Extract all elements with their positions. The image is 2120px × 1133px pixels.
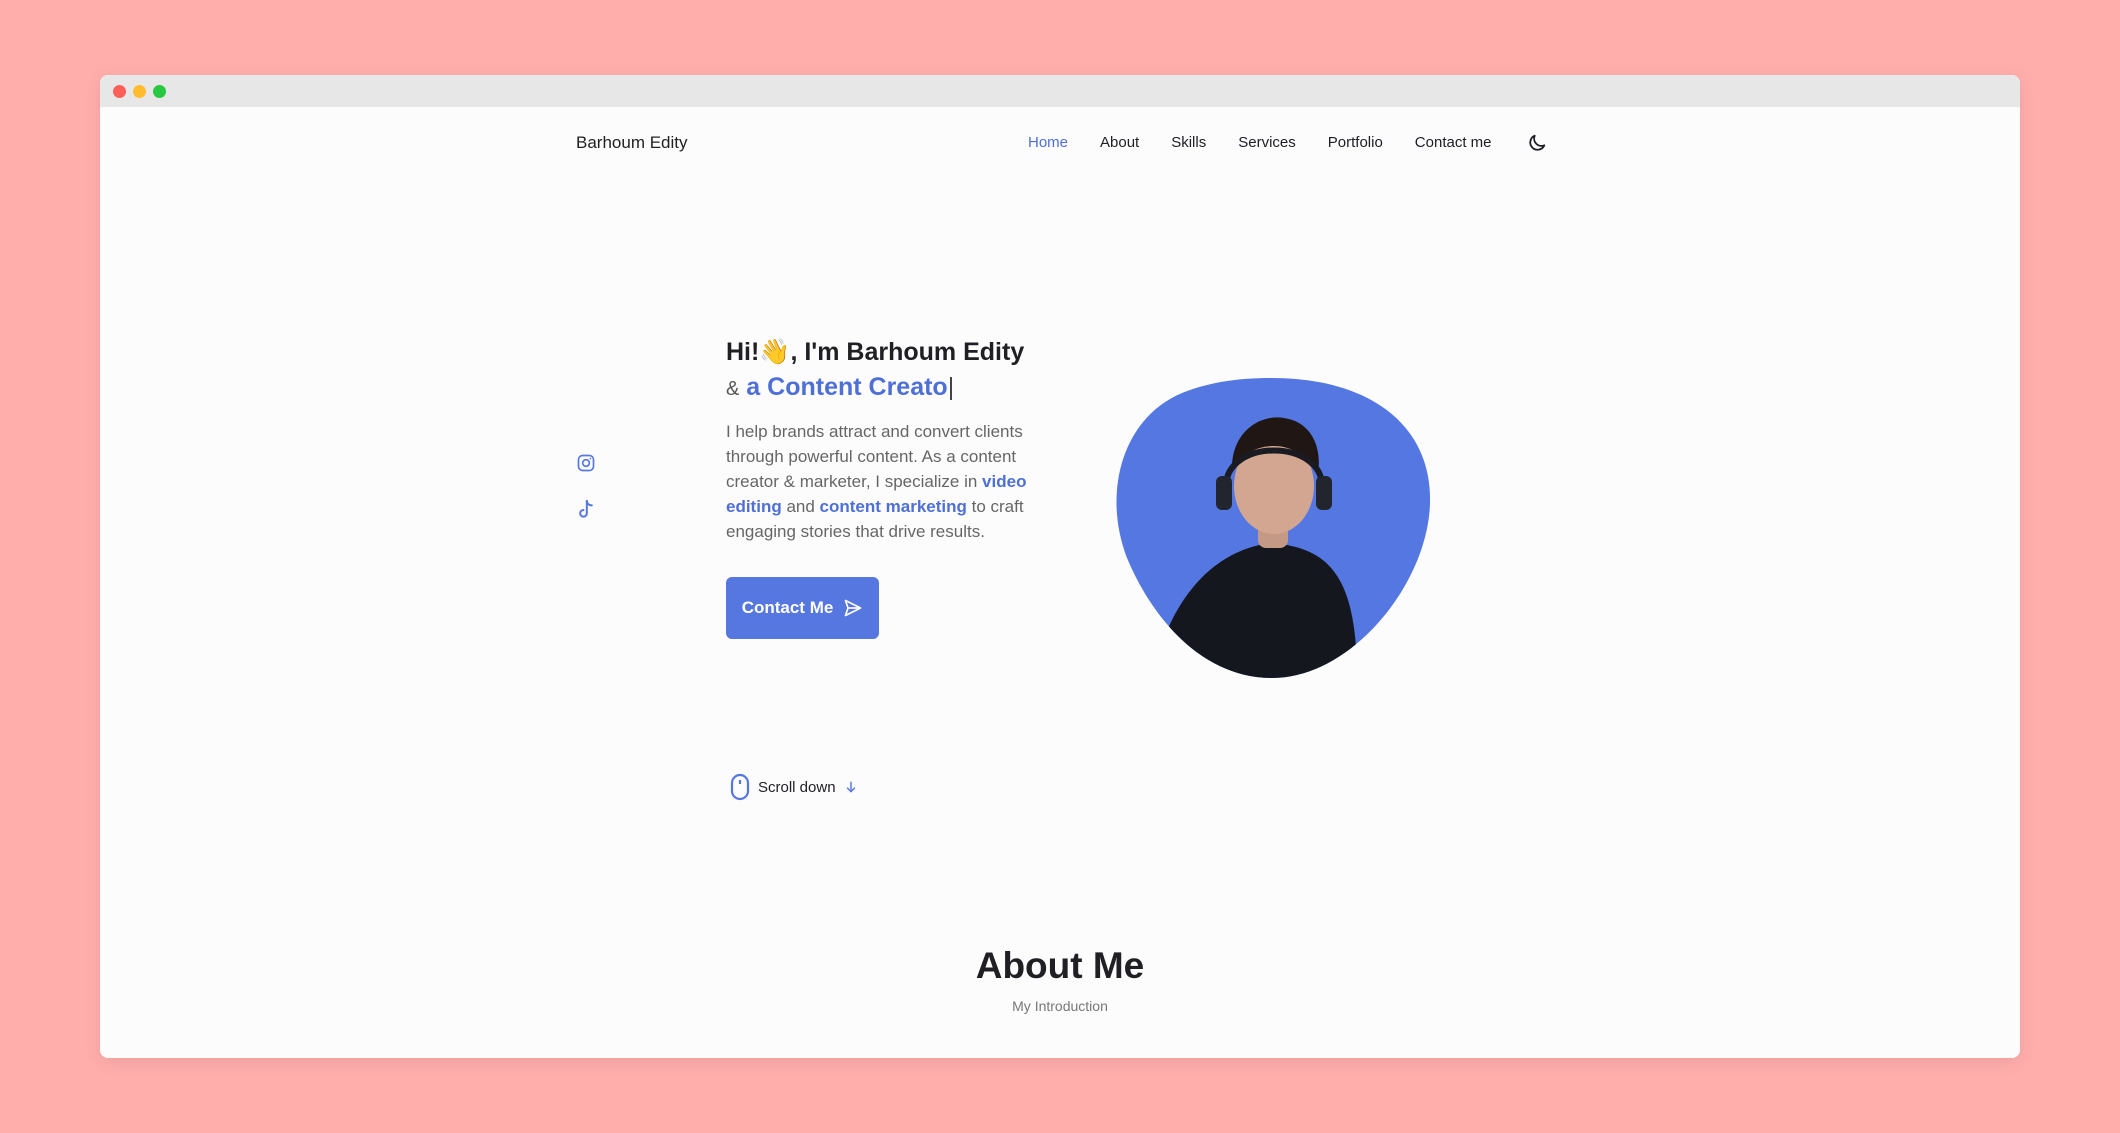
wave-emoji-icon: 👋: [759, 338, 791, 366]
about-section-title: About Me: [975, 945, 1145, 986]
hero-name: , I'm Barhoum Edity: [790, 338, 1025, 366]
window-titlebar: [100, 75, 2020, 107]
hero-role: a Content Creato: [746, 373, 948, 401]
contact-me-button[interactable]: Contact Me: [726, 577, 879, 639]
mouse-icon: [730, 773, 750, 801]
profile-photo: [1116, 378, 1431, 678]
nav-services[interactable]: Services: [1238, 134, 1296, 151]
nav-skills[interactable]: Skills: [1171, 134, 1206, 151]
scroll-down-label: Scroll down: [758, 778, 836, 796]
browser-window: Barhoum Edity Home About Skills Services…: [100, 75, 2020, 1058]
moon-icon[interactable]: [1526, 132, 1548, 154]
desc-text-1: I help brands attract and convert client…: [726, 422, 1023, 491]
tiktok-icon[interactable]: [576, 499, 596, 521]
maximize-window-button[interactable]: [153, 85, 166, 98]
navbar: Barhoum Edity Home About Skills Services…: [100, 107, 2020, 181]
desc-highlight-content-marketing: content marketing: [819, 497, 967, 516]
hero-greeting: Hi!: [726, 338, 760, 366]
scroll-down-link[interactable]: Scroll down: [730, 773, 858, 801]
nav-portfolio[interactable]: Portfolio: [1328, 134, 1383, 151]
typing-cursor: |: [947, 373, 955, 401]
nav-contact[interactable]: Contact me: [1415, 134, 1492, 151]
instagram-icon[interactable]: [576, 453, 596, 473]
minimize-window-button[interactable]: [133, 85, 146, 98]
send-icon: [844, 599, 862, 617]
arrow-down-icon: [846, 781, 855, 793]
hero-description: I help brands attract and convert client…: [726, 419, 1066, 544]
nav-home[interactable]: Home: [1028, 134, 1068, 151]
site-logo[interactable]: Barhoum Edity: [576, 133, 688, 153]
about-section-subtitle: My Introduction: [1012, 998, 1108, 1014]
hero-amp: &: [726, 378, 740, 400]
hero-subtitle: & a Content Creato|: [726, 373, 954, 402]
desc-text-2: and: [781, 497, 820, 516]
close-window-button[interactable]: [113, 85, 126, 98]
nav-links: Home About Skills Services Portfolio Con…: [1028, 134, 1524, 151]
hero-title: Hi!👋, I'm Barhoum Edity: [726, 338, 1024, 367]
nav-about[interactable]: About: [1100, 134, 1139, 151]
contact-me-label: Contact Me: [741, 598, 834, 617]
